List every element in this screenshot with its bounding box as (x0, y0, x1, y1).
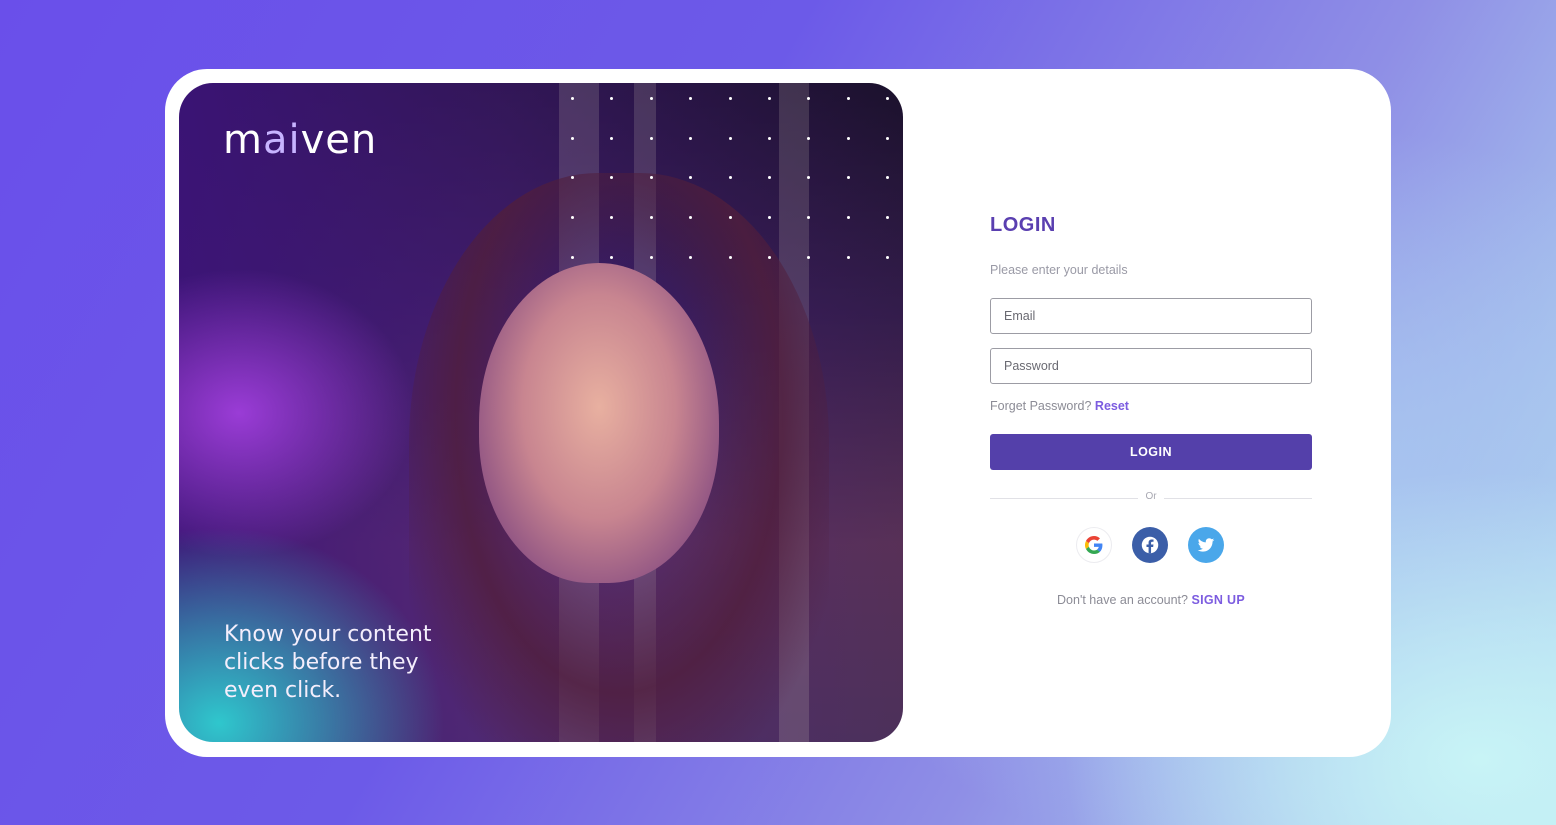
decorative-dot (689, 97, 693, 100)
decorative-dot (807, 255, 811, 259)
signup-link[interactable]: SIGN UP (1191, 593, 1245, 607)
decorative-dot (649, 216, 653, 220)
divider-or-text: Or (1145, 491, 1157, 502)
or-divider: Or (990, 491, 1312, 505)
facebook-login-button[interactable] (1132, 527, 1168, 563)
maiven-logo: maiven (223, 117, 378, 163)
hero-tagline: Know your content clicks before they eve… (224, 622, 432, 703)
reset-link[interactable]: Reset (1095, 399, 1129, 413)
login-title: LOGIN (990, 214, 1056, 236)
forgot-password-text: Forget Password? (990, 399, 1092, 413)
divider-line-right (1164, 498, 1312, 499)
decorative-dot (768, 176, 771, 180)
decorative-dot (689, 255, 693, 259)
decorative-dot (886, 136, 890, 140)
decorative-dot (846, 97, 850, 100)
decorative-dot (768, 255, 771, 259)
decorative-dot (886, 97, 890, 100)
decorative-dot (649, 97, 653, 100)
signup-row: Don't have an account? SIGN UP (990, 593, 1312, 607)
google-login-button[interactable] (1076, 527, 1112, 563)
decorative-dot (689, 136, 693, 140)
hero-image-panel: maiven Know your content clicks before t… (179, 83, 903, 742)
decorative-dot (846, 176, 850, 180)
twitter-icon (1197, 538, 1215, 552)
login-subtitle: Please enter your details (990, 263, 1128, 277)
decorative-dot (768, 97, 771, 100)
decorative-dot (610, 97, 614, 100)
hero-photo-face (479, 263, 719, 583)
forgot-password-row: Forget Password? Reset (990, 399, 1129, 413)
decorative-dot (649, 136, 653, 140)
decorative-dot (807, 136, 811, 140)
google-icon (1085, 536, 1103, 554)
twitter-login-button[interactable] (1188, 527, 1224, 563)
decorative-dot (728, 176, 732, 180)
facebook-icon (1141, 536, 1159, 554)
decorative-dot (728, 97, 732, 100)
decorative-dot (649, 255, 653, 259)
decorative-dot (886, 176, 890, 180)
decorative-dot (807, 216, 811, 220)
signup-prompt: Don't have an account? (1057, 593, 1188, 607)
decorative-dot (807, 176, 811, 180)
decorative-dot (768, 136, 771, 140)
decorative-dot (571, 97, 574, 100)
decorative-dot (807, 97, 811, 100)
decorative-dot (689, 176, 693, 180)
password-field[interactable] (990, 348, 1312, 384)
decorative-dot (886, 255, 890, 259)
login-card: maiven Know your content clicks before t… (165, 69, 1391, 757)
decorative-dot (768, 216, 771, 220)
decorative-dot (846, 136, 850, 140)
decorative-dot (728, 136, 732, 140)
decorative-dot (571, 255, 574, 259)
decorative-dot (728, 255, 732, 259)
decorative-dot (728, 216, 732, 220)
decorative-dot (886, 216, 890, 220)
decorative-dot (846, 216, 850, 220)
login-button[interactable]: LOGIN (990, 434, 1312, 470)
decorative-dot (571, 136, 574, 140)
login-form: LOGIN Please enter your details Forget P… (990, 69, 1312, 757)
email-field[interactable] (990, 298, 1312, 334)
decorative-dot (610, 136, 614, 140)
decorative-dot (846, 255, 850, 259)
